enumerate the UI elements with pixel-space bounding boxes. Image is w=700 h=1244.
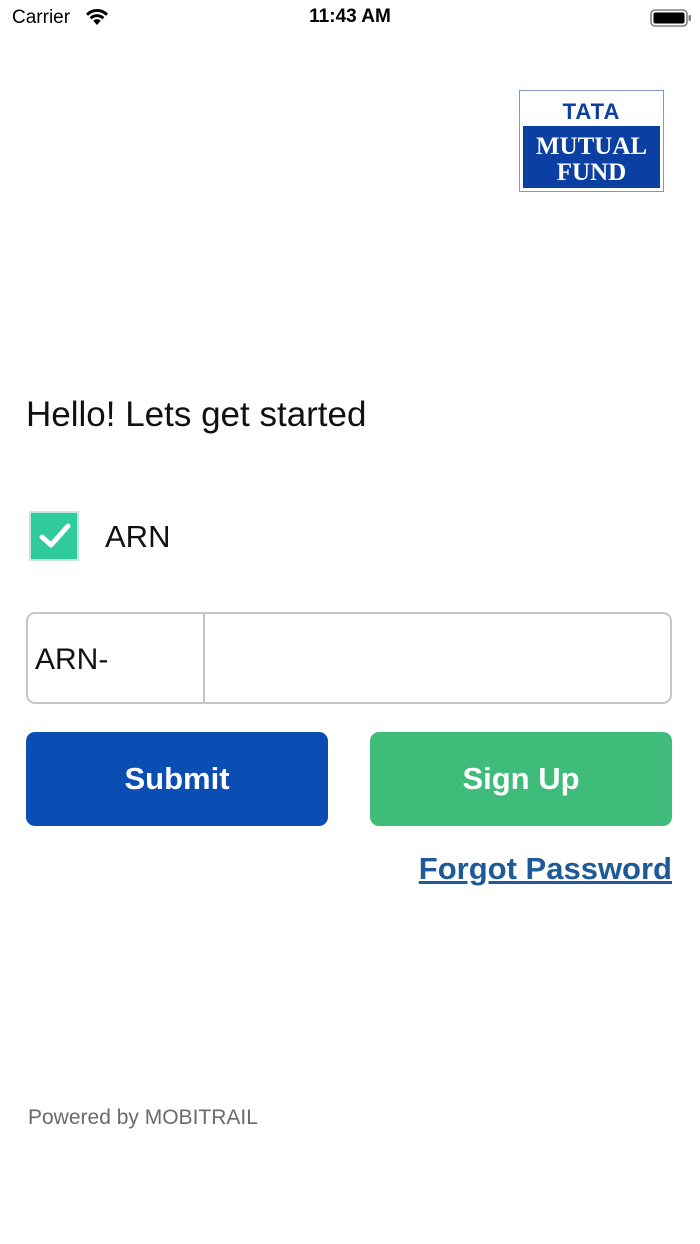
tata-mutual-fund-logo: TATA MUTUAL FUND (519, 90, 664, 192)
forgot-password-link[interactable]: Forgot Password (419, 851, 672, 887)
logo-line-2: FUND (556, 159, 627, 186)
clock: 11:43 AM (309, 6, 391, 27)
status-bar: Carrier 11:43 AM (0, 0, 700, 36)
arn-checkbox[interactable] (29, 511, 79, 561)
battery-icon (650, 9, 692, 27)
checkmark-icon (39, 523, 71, 548)
logo-line-1: MUTUAL (535, 133, 648, 160)
logo-top-band: TATA (523, 94, 660, 126)
submit-button[interactable]: Submit (26, 732, 328, 826)
arn-checkbox-label[interactable]: ARN (105, 519, 170, 555)
powered-by-footer: Powered by MOBITRAIL (28, 1106, 258, 1129)
arn-prefix: ARN- (28, 614, 205, 702)
logo-panel: TATA MUTUAL FUND (523, 94, 660, 188)
sign-up-button[interactable]: Sign Up (370, 732, 672, 826)
arn-number-input[interactable] (207, 614, 668, 702)
arn-field: ARN- (26, 612, 672, 704)
page-title: Hello! Lets get started (26, 395, 367, 434)
logo-brand-top: TATA (562, 99, 621, 124)
arn-prefix-label: ARN- (35, 643, 109, 676)
